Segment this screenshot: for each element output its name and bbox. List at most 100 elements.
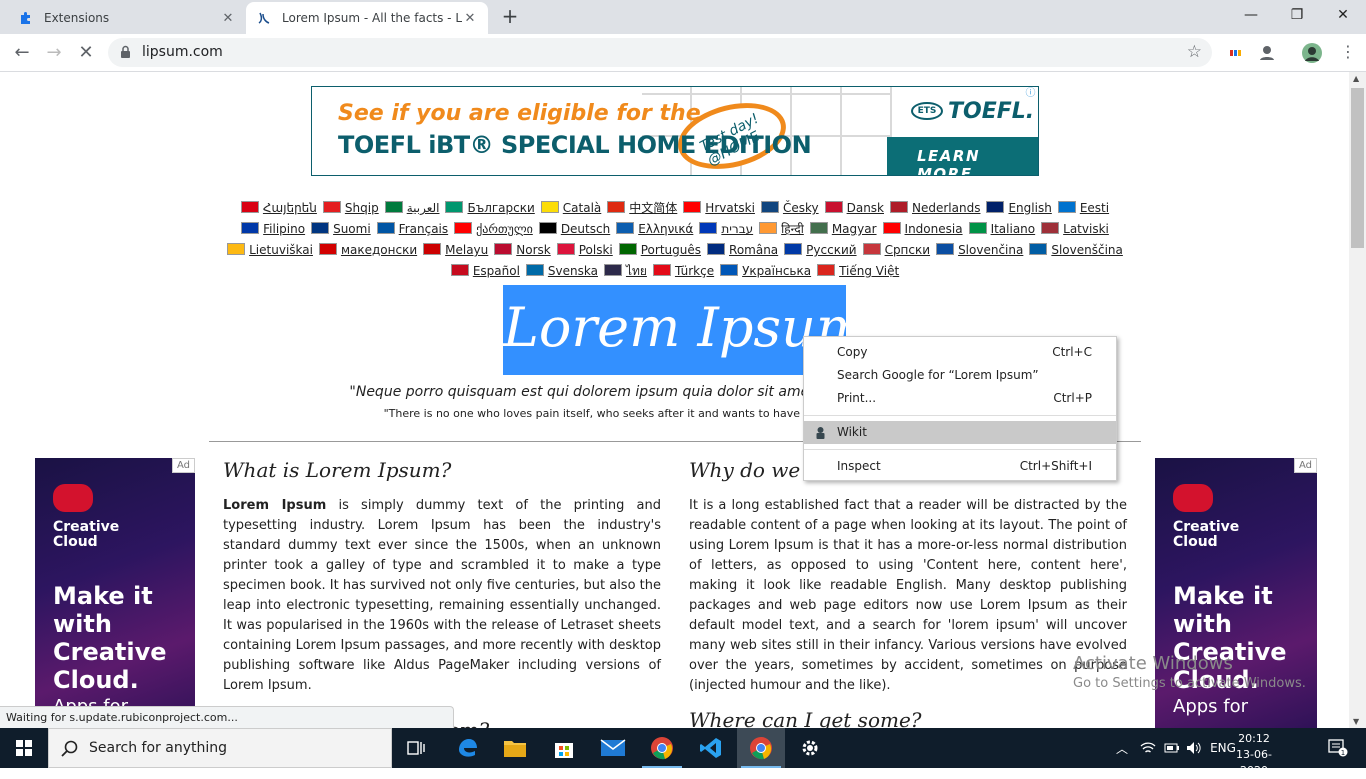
side-ad-left[interactable]: Ad Creative Cloud Make it with Creative … xyxy=(35,458,195,728)
avatar[interactable] xyxy=(1301,42,1323,64)
language-link[interactable]: Latviski xyxy=(1041,219,1109,240)
new-tab-button[interactable]: + xyxy=(498,5,522,29)
web-page: Test day! @HOME See if you are eligible … xyxy=(0,72,1349,728)
file-explorer-icon[interactable] xyxy=(491,728,539,768)
chrome-active-icon[interactable] xyxy=(737,728,785,768)
bookmark-star-icon[interactable]: ☆ xyxy=(1187,42,1202,62)
language-link[interactable]: Melayu xyxy=(423,240,488,261)
language-link[interactable]: ไทย xyxy=(603,261,647,282)
url-text: lipsum.com xyxy=(142,44,223,60)
language-link[interactable]: Slovenščina xyxy=(1029,240,1123,261)
network-icon[interactable] xyxy=(1138,728,1158,768)
language-link[interactable]: македонски xyxy=(318,240,417,261)
language-link[interactable]: Shqip xyxy=(322,198,379,219)
extension-icon[interactable] xyxy=(1224,42,1246,64)
language-link[interactable]: Eesti xyxy=(1057,198,1109,219)
volume-icon[interactable] xyxy=(1184,728,1204,768)
language-link[interactable]: Nederlands xyxy=(890,198,980,219)
language-link[interactable]: Lietuviškai xyxy=(227,240,313,261)
scroll-thumb[interactable] xyxy=(1351,88,1364,248)
flag-icon xyxy=(227,243,246,255)
ad-tag[interactable]: Ad xyxy=(171,458,195,473)
back-button[interactable]: ← xyxy=(8,39,36,67)
language-link[interactable]: Slovenčina xyxy=(936,240,1023,261)
language-link[interactable]: Suomi xyxy=(311,219,371,240)
menu-item-copy[interactable]: Copy Ctrl+C xyxy=(804,341,1116,364)
language-link[interactable]: Româna xyxy=(707,240,778,261)
adchoices-icon[interactable]: ⓘ xyxy=(1024,88,1037,101)
scroll-up-icon[interactable]: ▲ xyxy=(1353,74,1359,83)
menu-item-inspect[interactable]: Inspect Ctrl+Shift+I xyxy=(804,455,1116,478)
notification-icon[interactable]: 1 xyxy=(1318,728,1358,768)
language-link[interactable]: Svenska xyxy=(525,261,598,282)
forward-button[interactable]: → xyxy=(40,39,68,67)
menu-label: Search Google for “Lorem Ipsum” xyxy=(837,368,1039,382)
language-link[interactable]: Pyccкий xyxy=(784,240,857,261)
store-icon[interactable] xyxy=(540,728,588,768)
mail-icon[interactable] xyxy=(589,728,637,768)
menu-kebab-icon[interactable]: ⋮ xyxy=(1340,42,1356,61)
language-link[interactable]: العربية xyxy=(384,198,439,219)
ad-tag[interactable]: Ad xyxy=(1293,458,1317,473)
address-bar[interactable]: lipsum.com ☆ xyxy=(108,38,1212,67)
menu-item-wikit[interactable]: Wikit xyxy=(804,421,1116,444)
language-link[interactable]: Ελληνικά xyxy=(616,219,693,240)
close-icon[interactable]: ✕ xyxy=(462,11,478,26)
language-link[interactable]: ქართული xyxy=(454,219,533,240)
start-button[interactable] xyxy=(0,728,48,768)
ad-headline: Make it with Creative Cloud. xyxy=(53,582,167,694)
language-link[interactable]: Български xyxy=(445,198,535,219)
restore-button[interactable]: ❐ xyxy=(1274,0,1320,30)
language-link[interactable]: Deutsch xyxy=(538,219,610,240)
tab-lipsum[interactable]: Lorem Ipsum - All the facts - Lipsum gen… xyxy=(246,2,488,34)
menu-item-print[interactable]: Print... Ctrl+P xyxy=(804,387,1116,410)
language-link[interactable]: English xyxy=(986,198,1052,219)
language-link[interactable]: Հայերեն xyxy=(240,198,317,219)
profile-ext-icon[interactable] xyxy=(1256,42,1278,64)
language-link[interactable]: עברית xyxy=(699,219,753,240)
language-link[interactable]: Dansk xyxy=(824,198,884,219)
chrome-icon[interactable] xyxy=(638,728,686,768)
language-link[interactable]: Polski xyxy=(556,240,613,261)
flag-icon xyxy=(890,201,908,213)
language-link[interactable]: Українська xyxy=(720,261,811,282)
language-link[interactable]: Español xyxy=(450,261,520,282)
language-label: Español xyxy=(472,264,520,278)
learn-more-button[interactable]: LEARN MORE xyxy=(917,147,1038,175)
language-link[interactable]: Indonesia xyxy=(882,219,963,240)
language-link[interactable]: Česky xyxy=(760,198,819,219)
language-link[interactable]: Türkçe xyxy=(652,261,715,282)
language-link[interactable]: Tiếng Việt xyxy=(817,261,899,282)
language-link[interactable]: Српски xyxy=(862,240,930,261)
language-link[interactable]: Magyar xyxy=(809,219,877,240)
edge-icon[interactable] xyxy=(443,728,491,768)
language-link[interactable]: हिन्दी xyxy=(759,219,804,240)
menu-item-search-google[interactable]: Search Google for “Lorem Ipsum” xyxy=(804,364,1116,387)
language-link[interactable]: Norsk xyxy=(494,240,551,261)
language-link[interactable]: Italiano xyxy=(968,219,1035,240)
tab-extensions[interactable]: Extensions ✕ xyxy=(8,2,246,34)
language-link[interactable]: Português xyxy=(618,240,701,261)
language-link[interactable]: Hrvatski xyxy=(683,198,755,219)
language-link[interactable]: Français xyxy=(376,219,448,240)
tab-title: Lorem Ipsum - All the facts - Lipsum gen… xyxy=(282,11,462,25)
close-window-button[interactable]: ✕ xyxy=(1320,0,1366,30)
toefl-ad-banner[interactable]: Test day! @HOME See if you are eligible … xyxy=(311,86,1039,176)
minimize-button[interactable]: — xyxy=(1228,0,1274,30)
language-link[interactable]: Filipino xyxy=(241,219,305,240)
taskbar-search[interactable]: Search for anything xyxy=(48,728,392,768)
language-link[interactable]: Català xyxy=(540,198,601,219)
task-view-icon[interactable] xyxy=(392,728,440,768)
page-scrollbar[interactable]: ▲ ▼ xyxy=(1349,72,1366,728)
scroll-down-icon[interactable]: ▼ xyxy=(1353,717,1359,726)
flag-icon xyxy=(652,264,671,276)
language-link[interactable]: 中文简体 xyxy=(607,198,677,219)
chevron-up-icon[interactable]: ︿ xyxy=(1112,728,1132,768)
system-clock[interactable]: 20:12 13-06-2020 xyxy=(1224,731,1284,779)
vscode-icon[interactable] xyxy=(687,728,735,768)
battery-icon[interactable] xyxy=(1162,728,1182,768)
close-icon[interactable]: ✕ xyxy=(220,11,236,26)
settings-gear-icon[interactable] xyxy=(786,728,834,768)
stop-button[interactable]: ✕ xyxy=(72,39,100,67)
language-label: Türkçe xyxy=(674,264,715,278)
